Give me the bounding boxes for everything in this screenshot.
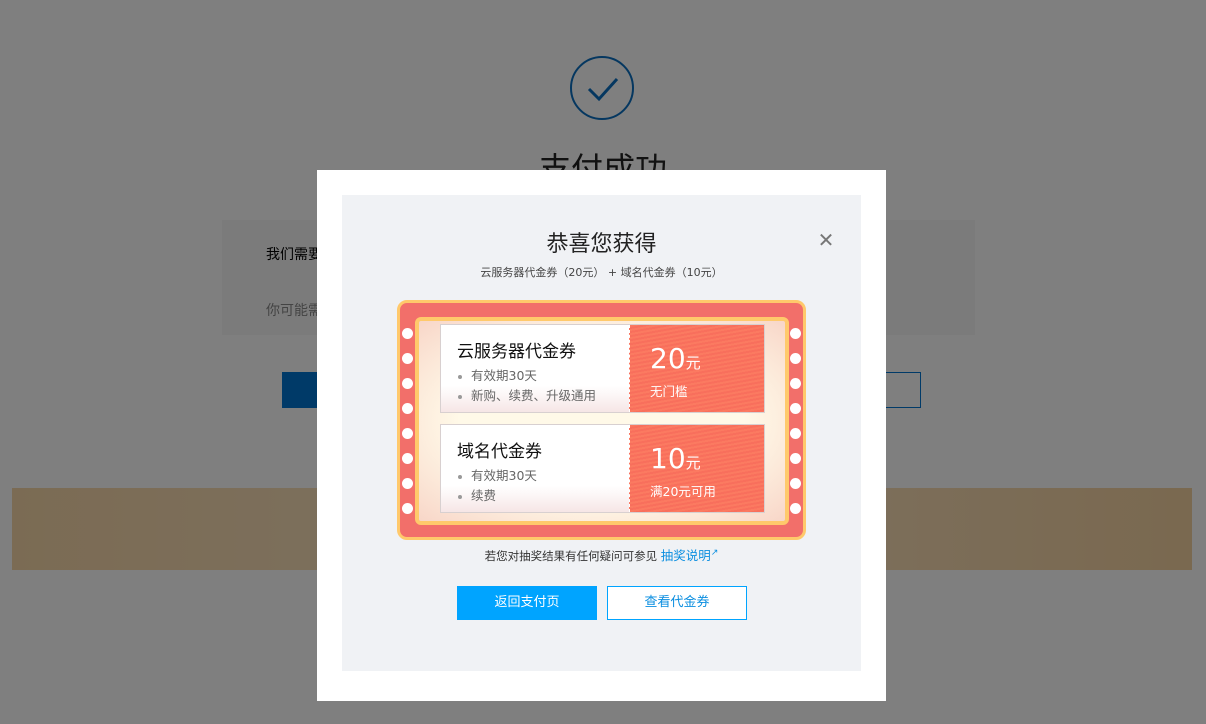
note-text: 若您对抽奖结果有任何疑问可参见 [484, 549, 658, 563]
ticket-dot [402, 353, 413, 364]
coupon-feature: 有效期30天 [458, 366, 629, 386]
ticket-dot [790, 453, 801, 464]
coupon-card: 云服务器代金券 有效期30天 新购、续费、升级通用 20元 无门槛 [440, 324, 765, 413]
coupon-amount: 10 [650, 442, 686, 475]
ticket-dot [402, 428, 413, 439]
lottery-note: 若您对抽奖结果有任何疑问可参见 抽奖说明↗ [342, 545, 861, 564]
coupon-amount: 20 [650, 342, 686, 375]
coupon-name: 域名代金券 [457, 442, 542, 462]
view-coupons-button[interactable]: 查看代金券 [607, 586, 747, 620]
coupon-feature: 有效期30天 [458, 466, 629, 486]
ticket-dot [790, 428, 801, 439]
ticket-dot [402, 478, 413, 489]
ticket-dot [790, 503, 801, 514]
coupon-card: 域名代金券 有效期30天 续费 10元 满20元可用 [440, 424, 765, 513]
ticket-dot [402, 503, 413, 514]
coupon-name: 云服务器代金券 [457, 342, 576, 362]
ticket-dot [790, 328, 801, 339]
close-icon[interactable]: ✕ [815, 228, 837, 252]
ticket-dot [790, 378, 801, 389]
coupon-unit: 元 [685, 354, 701, 372]
ticket-dot [402, 328, 413, 339]
modal-title: 恭喜您获得 [546, 232, 657, 257]
external-link-icon: ↗ [710, 547, 719, 558]
ticket-dot [790, 353, 801, 364]
ticket-dot [402, 403, 413, 414]
ticket-dot [402, 378, 413, 389]
coupon-feature: 新购、续费、升级通用 [458, 386, 629, 406]
ticket-dot [790, 478, 801, 489]
coupon-feature: 续费 [458, 486, 629, 506]
ticket-dot [402, 453, 413, 464]
coupon-unit: 元 [685, 454, 701, 472]
modal-subtitle: 云服务器代金券（20元） + 域名代金券（10元） [480, 266, 723, 279]
coupon-condition: 满20元可用 [650, 484, 716, 499]
back-to-payment-button[interactable]: 返回支付页 [457, 586, 597, 620]
ticket-dot [790, 403, 801, 414]
lottery-rules-link[interactable]: 抽奖说明↗ [661, 548, 719, 563]
coupon-condition: 无门槛 [650, 384, 688, 399]
